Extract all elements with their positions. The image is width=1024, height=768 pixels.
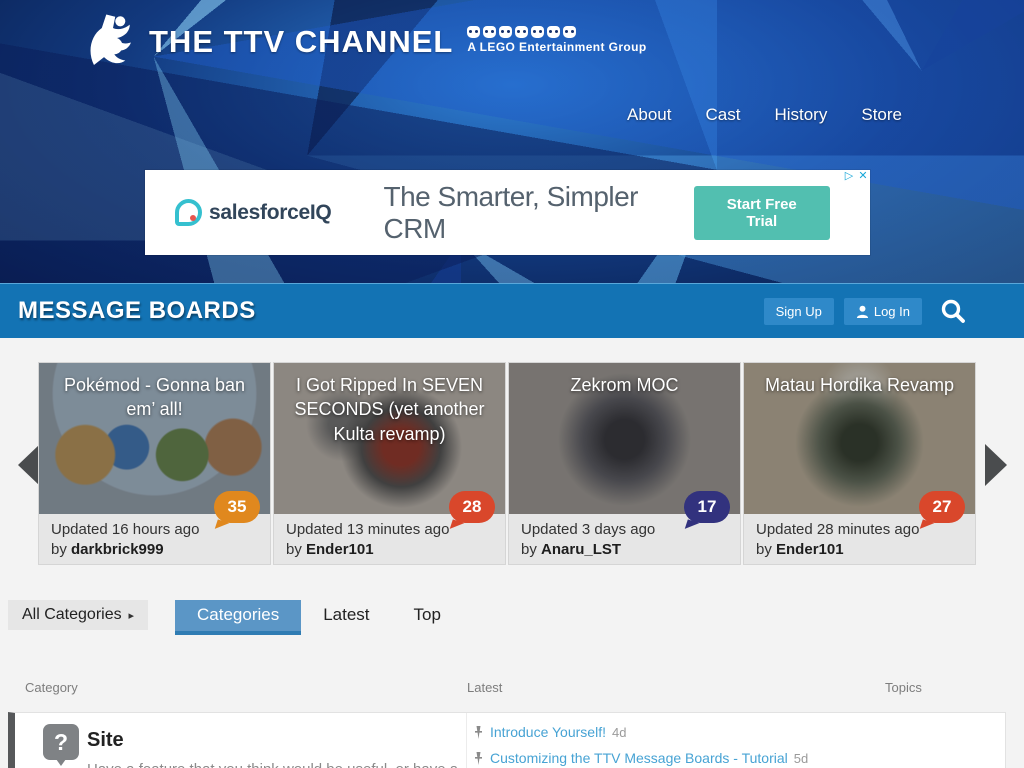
ad-close-icon[interactable]: ✕ bbox=[856, 170, 870, 183]
nav-item-cast[interactable]: Cast bbox=[705, 105, 740, 125]
pin-icon bbox=[475, 751, 482, 765]
ttv-logo-icon bbox=[90, 14, 131, 65]
sign-up-button[interactable]: Sign Up bbox=[763, 297, 834, 325]
mask-icon bbox=[483, 26, 497, 38]
tab-latest[interactable]: Latest bbox=[301, 600, 391, 635]
topic-link[interactable]: Customizing the TTV Message Boards - Tut… bbox=[490, 750, 788, 766]
featured-card[interactable]: Matau Hordika Revamp 27 Updated 28 minut… bbox=[743, 362, 976, 565]
ad-headline: The Smarter, Simpler CRM bbox=[383, 180, 639, 244]
card-by-label: by bbox=[756, 541, 772, 559]
list-tabs: Categories Latest Top bbox=[175, 600, 463, 635]
card-by-label: by bbox=[286, 541, 302, 559]
mask-icon bbox=[499, 26, 513, 38]
ad-brand-name: salesforceIQ bbox=[209, 200, 332, 224]
reply-count-badge: 35 bbox=[214, 491, 260, 523]
featured-card[interactable]: Pokémod - Gonna ban em’ all! 35 Updated … bbox=[38, 362, 271, 565]
question-mark-icon: ? bbox=[43, 724, 79, 766]
category-filter-dropdown[interactable]: All Categories ▸ bbox=[8, 600, 148, 630]
mask-icon bbox=[563, 26, 577, 38]
featured-carousel: Pokémod - Gonna ban em’ all! 35 Updated … bbox=[0, 362, 1024, 565]
card-title: Matau Hordika Revamp bbox=[764, 375, 955, 395]
category-filter-label: All Categories bbox=[22, 606, 122, 623]
carousel-cards: Pokémod - Gonna ban em’ all! 35 Updated … bbox=[38, 362, 976, 565]
featured-card[interactable]: Zekrom MOC 17 Updated 3 days ago by Anar… bbox=[508, 362, 741, 565]
tagline-block: A LEGO Entertainment Group bbox=[467, 26, 646, 54]
message-boards-bar: MESSAGE BOARDS Sign Up Log In bbox=[0, 283, 1024, 338]
column-header-latest: Latest bbox=[467, 680, 503, 695]
topic-age: 5d bbox=[793, 750, 809, 766]
category-cell: ? Site Have a feature that you think wou… bbox=[15, 713, 467, 768]
table-row[interactable]: ? Site Have a feature that you think wou… bbox=[8, 712, 1006, 768]
chevron-right-icon: ▸ bbox=[128, 609, 134, 622]
card-title: I Got Ripped In SEVEN SECONDS (yet anoth… bbox=[294, 375, 485, 444]
brand[interactable]: THE TTV CHANNEL A LEGO Entertainment Gro… bbox=[85, 10, 647, 74]
carousel-next-arrow[interactable] bbox=[985, 444, 1007, 486]
card-title: Zekrom MOC bbox=[570, 375, 679, 395]
mask-icon bbox=[515, 26, 529, 38]
topic-age: 4d bbox=[611, 724, 627, 740]
category-name[interactable]: Site bbox=[87, 729, 124, 752]
site-title: THE TTV CHANNEL bbox=[149, 24, 454, 59]
nav-item-history[interactable]: History bbox=[774, 105, 827, 125]
mask-icon bbox=[547, 26, 561, 38]
latest-cell: Introduce Yourself! 4d Customizing the T… bbox=[467, 713, 885, 768]
user-icon bbox=[856, 305, 868, 318]
mask-icon bbox=[467, 26, 481, 38]
tab-top[interactable]: Top bbox=[392, 600, 463, 635]
mask-icon bbox=[531, 26, 545, 38]
card-username[interactable]: Anaru_LST bbox=[541, 541, 621, 558]
card-username[interactable]: darkbrick999 bbox=[71, 541, 164, 558]
card-updated: Updated 13 minutes ago bbox=[286, 521, 450, 538]
category-description: Have a feature that you think would be u… bbox=[87, 761, 458, 768]
bar-actions: Sign Up Log In bbox=[763, 296, 1008, 326]
ad-banner[interactable]: salesforceIQ The Smarter, Simpler CRM St… bbox=[145, 170, 870, 255]
hero-header: THE TTV CHANNEL A LEGO Entertainment Gro… bbox=[0, 0, 1024, 283]
carousel-prev-arrow[interactable] bbox=[18, 444, 40, 486]
column-header-topics: Topics bbox=[885, 680, 922, 695]
page-title: MESSAGE BOARDS bbox=[18, 297, 256, 324]
column-header-category: Category bbox=[25, 680, 78, 695]
hero-nav: About Cast History Store bbox=[627, 105, 902, 125]
nav-item-store[interactable]: Store bbox=[861, 105, 902, 125]
featured-card[interactable]: I Got Ripped In SEVEN SECONDS (yet anoth… bbox=[273, 362, 506, 565]
salesforceiq-logo-icon bbox=[175, 199, 202, 226]
tagline: A LEGO Entertainment Group bbox=[467, 40, 647, 54]
sign-up-label: Sign Up bbox=[775, 303, 822, 319]
card-username[interactable]: Ender101 bbox=[306, 541, 374, 558]
table-header: Category Latest Topics bbox=[8, 680, 1006, 695]
list-item: Introduce Yourself! 4d bbox=[473, 724, 885, 740]
list-item: Customizing the TTV Message Boards - Tut… bbox=[473, 750, 885, 766]
card-username[interactable]: Ender101 bbox=[776, 541, 844, 558]
topics-cell bbox=[885, 713, 1005, 768]
ad-brand: salesforceIQ bbox=[175, 199, 332, 226]
card-updated: Updated 3 days ago bbox=[521, 521, 656, 538]
search-icon[interactable] bbox=[938, 296, 968, 326]
filter-row: All Categories ▸ Categories Latest Top bbox=[8, 600, 463, 635]
nav-item-about[interactable]: About bbox=[627, 105, 671, 125]
card-updated: Updated 16 hours ago bbox=[51, 521, 200, 538]
reply-count-badge: 17 bbox=[684, 491, 730, 523]
log-in-button[interactable]: Log In bbox=[843, 297, 922, 325]
log-in-label: Log In bbox=[873, 303, 910, 319]
card-updated: Updated 28 minutes ago bbox=[756, 521, 920, 538]
menu-icon[interactable] bbox=[984, 302, 1008, 320]
topic-link[interactable]: Introduce Yourself! bbox=[490, 724, 606, 740]
ad-corner-controls: ▷ ✕ bbox=[842, 170, 870, 183]
tab-categories[interactable]: Categories bbox=[175, 600, 302, 635]
card-by-label: by bbox=[51, 541, 67, 559]
ad-cta-button[interactable]: Start Free Trial bbox=[693, 185, 830, 240]
reply-count-badge: 27 bbox=[919, 491, 965, 523]
pin-icon bbox=[475, 725, 482, 739]
adchoices-icon[interactable]: ▷ bbox=[842, 170, 856, 183]
card-by-label: by bbox=[521, 541, 537, 559]
reply-count-badge: 28 bbox=[449, 491, 495, 523]
card-title: Pokémod - Gonna ban em’ all! bbox=[63, 375, 246, 420]
mask-icons bbox=[467, 26, 646, 38]
